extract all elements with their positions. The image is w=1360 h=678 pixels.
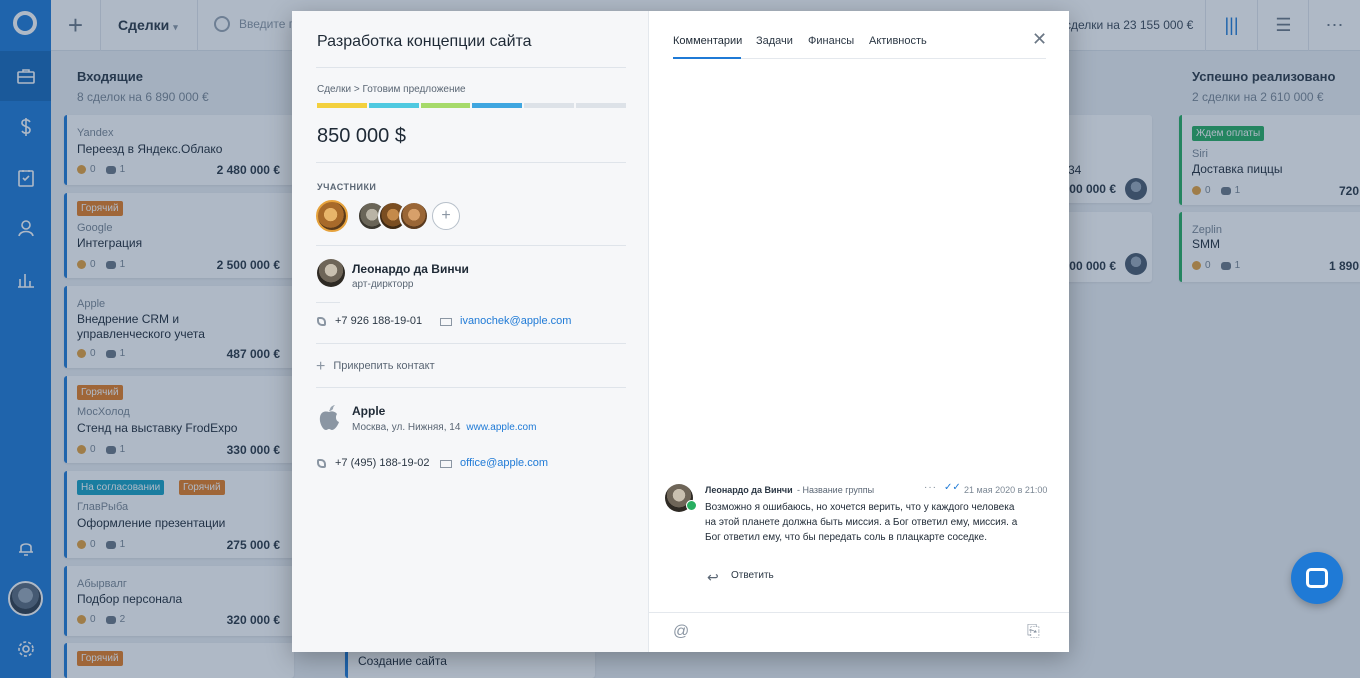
reply-button[interactable]: Ответить xyxy=(731,570,774,581)
active-tab-indicator xyxy=(673,57,741,59)
at-icon[interactable]: @ xyxy=(673,623,689,641)
divider xyxy=(316,343,626,344)
tab-tasks[interactable]: Задачи xyxy=(756,35,793,47)
stage-segment[interactable] xyxy=(576,103,626,108)
attach-contact-button[interactable]: + Прикрепить контакт xyxy=(316,358,435,376)
company-site-link[interactable]: www.apple.com xyxy=(466,422,536,433)
stage-segment[interactable] xyxy=(368,103,419,108)
stage-progress[interactable] xyxy=(317,103,626,108)
divider xyxy=(316,245,626,246)
participant-avatar[interactable] xyxy=(316,200,348,232)
stage-segment[interactable] xyxy=(472,103,523,108)
deal-details-panel: Разработка концепции сайта Сделки > Гото… xyxy=(292,11,649,652)
contact-name[interactable]: Леонардо да Винчи xyxy=(352,262,469,276)
deal-price[interactable]: 850 000 $ xyxy=(317,125,406,148)
apple-logo-icon xyxy=(319,405,339,430)
contact-avatar[interactable] xyxy=(317,259,345,287)
tab-finance[interactable]: Финансы xyxy=(808,35,854,47)
chat-icon xyxy=(1306,568,1328,588)
read-check-icon: ✓✓ xyxy=(944,482,961,493)
mail-icon xyxy=(440,318,452,326)
company-phone[interactable]: +7 (495) 188-19-02 xyxy=(335,457,429,469)
phone-icon xyxy=(317,459,326,468)
participants-heading: УЧАСТНИКИ xyxy=(317,182,377,192)
contact-role: арт-диркторр xyxy=(352,279,414,290)
stage-segment[interactable] xyxy=(317,103,367,108)
message-author[interactable]: Леонардо да Винчи xyxy=(705,485,793,495)
stage-segment[interactable] xyxy=(524,103,575,108)
activity-panel: Комментарии Задачи Финансы Активность ✕ … xyxy=(649,11,1069,652)
message-time: 21 мая 2020 в 21:00 xyxy=(964,485,1048,495)
company-name[interactable]: Apple xyxy=(352,404,385,418)
add-participant-button[interactable]: + xyxy=(432,202,460,230)
whatsapp-icon xyxy=(686,500,697,511)
company-address: Москва, ул. Нижняя, 14 www.apple.com xyxy=(352,422,537,433)
reply-icon[interactable]: ↩ xyxy=(707,569,719,586)
deal-title[interactable]: Разработка концепции сайта xyxy=(317,33,532,51)
tab-activity[interactable]: Активность xyxy=(869,35,927,47)
message-group: - Название группы xyxy=(797,485,875,495)
message-more-icon[interactable]: ··· xyxy=(924,482,937,493)
participant-avatar[interactable] xyxy=(399,201,429,231)
paperclip-icon[interactable]: ⎘ xyxy=(1027,623,1040,641)
breadcrumb[interactable]: Сделки > Готовим предложение xyxy=(317,84,466,95)
divider xyxy=(316,387,626,388)
close-icon[interactable]: ✕ xyxy=(1032,30,1048,48)
tab-comments[interactable]: Комментарии xyxy=(673,35,742,47)
message-text: Возможно я ошибаюсь, но хочется верить, … xyxy=(705,502,1018,543)
phone-icon xyxy=(317,317,326,326)
chat-support-button[interactable] xyxy=(1291,552,1343,604)
mail-icon xyxy=(440,460,452,468)
stage-segment[interactable] xyxy=(420,103,471,108)
plus-icon: + xyxy=(316,358,326,375)
divider xyxy=(316,302,340,303)
divider xyxy=(316,67,626,68)
contact-email[interactable]: ivanochek@apple.com xyxy=(460,315,571,327)
comment-composer[interactable]: @ ⎘ xyxy=(649,612,1069,652)
contact-phone[interactable]: +7 926 188-19-01 xyxy=(335,315,422,327)
tab-bar: Комментарии Задачи Финансы Активность xyxy=(673,33,1046,59)
deal-modal: Разработка концепции сайта Сделки > Гото… xyxy=(292,11,1069,652)
divider xyxy=(316,162,626,163)
company-email[interactable]: office@apple.com xyxy=(460,457,548,469)
